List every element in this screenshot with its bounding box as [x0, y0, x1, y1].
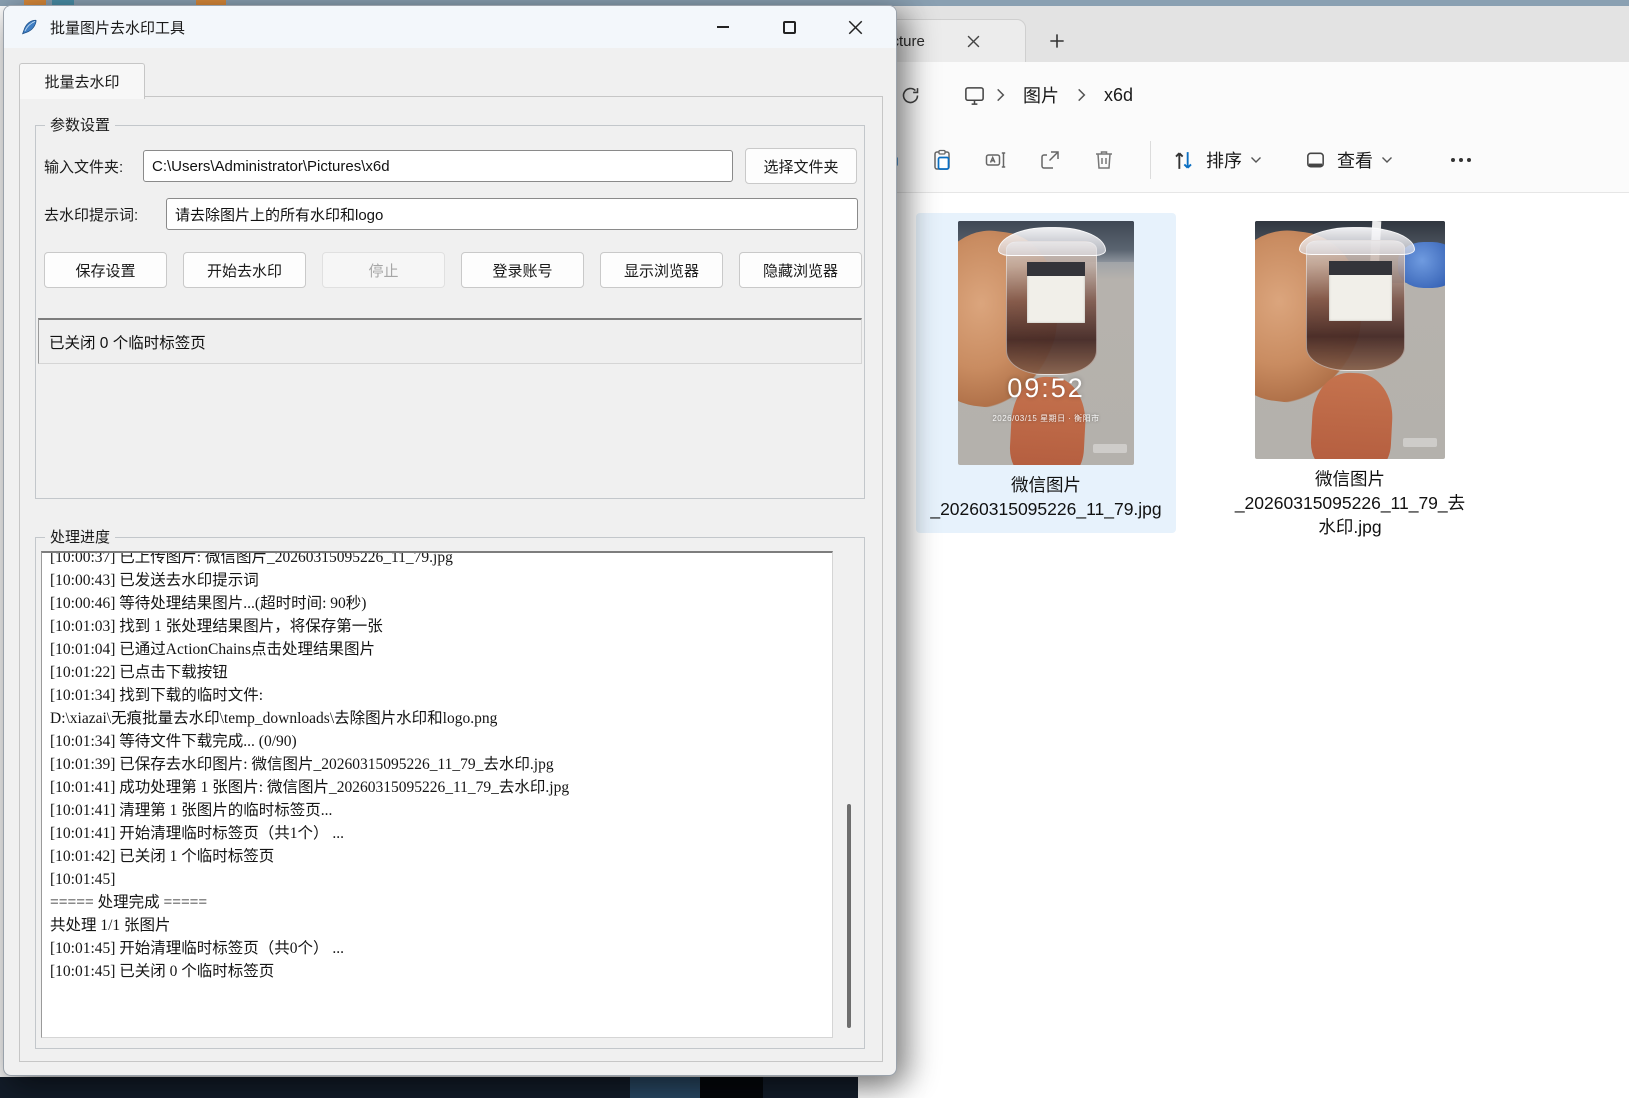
photo-corner-watermark [1403, 438, 1437, 447]
params-group: 参数设置 输入文件夹: 选择文件夹 去水印提示词: 保存设置 开始去水印 停止 … [35, 125, 865, 499]
share-icon[interactable] [1038, 148, 1062, 172]
hide-browser-button[interactable]: 隐藏浏览器 [739, 252, 862, 288]
tab-close-icon[interactable] [967, 35, 980, 48]
watermark-tool-window: 批量图片去水印工具 批量去水印 参数设置 输入文件夹: 选择文件夹 去水印提示词… [3, 5, 897, 1076]
sort-button[interactable]: 排序 [1171, 147, 1262, 173]
folder-content: 09:52 2026/03/15 星期日 · 衡阳市 微信图片 _2026031… [858, 193, 1629, 1098]
view-button[interactable]: 查看 [1304, 147, 1393, 173]
input-folder-row: 输入文件夹: 选择文件夹 [44, 148, 858, 184]
notebook-tabstrip: 批量去水印 [4, 48, 896, 97]
log-scrollbar[interactable] [842, 551, 856, 1038]
progress-log-text: [10:00:37] 已上传图片: 微信图片_20260315095226_11… [42, 551, 832, 985]
minimize-button[interactable] [712, 16, 734, 38]
start-dewatermark-button[interactable]: 开始去水印 [183, 252, 306, 288]
view-label: 查看 [1337, 147, 1373, 173]
breadcrumb-item-pictures[interactable]: 图片 [1015, 78, 1067, 112]
sort-icon [1171, 148, 1196, 173]
chevron-right-icon [1077, 88, 1086, 102]
chevron-down-icon [1381, 156, 1393, 164]
maximize-button[interactable] [778, 16, 800, 38]
chevron-right-icon [996, 88, 1005, 102]
delete-button[interactable] [1092, 148, 1116, 172]
breadcrumb: 图片 x6d [963, 78, 1141, 112]
window-controls [712, 16, 880, 38]
refresh-icon[interactable] [900, 85, 921, 106]
prompt-row: 去水印提示词: [44, 198, 858, 230]
rename-button[interactable] [984, 148, 1008, 172]
photo-time-watermark: 09:52 [958, 373, 1134, 404]
file-name: 微信图片 _20260315095226_11_79.jpg [916, 473, 1176, 521]
taskbar-segment [630, 1077, 700, 1098]
choose-folder-button[interactable]: 选择文件夹 [745, 148, 857, 184]
explorer-toolbar: 排序 查看 [858, 128, 1629, 193]
chevron-down-icon [1250, 156, 1262, 164]
status-text: 已关闭 0 个临时标签页 [49, 331, 206, 353]
prompt-label: 去水印提示词: [44, 204, 166, 225]
breadcrumb-item-x6d[interactable]: x6d [1096, 81, 1141, 110]
paste-button[interactable] [930, 148, 954, 172]
prompt-field[interactable] [166, 198, 858, 230]
view-icon [1304, 149, 1327, 172]
new-tab-button[interactable] [1044, 28, 1070, 54]
progress-log[interactable]: [10:00:37] 已上传图片: 微信图片_20260315095226_11… [41, 551, 833, 1038]
photo-date-watermark: 2026/03/15 星期日 · 衡阳市 [958, 413, 1134, 424]
action-button-row: 保存设置 开始去水印 停止 登录账号 显示浏览器 隐藏浏览器 [44, 252, 862, 288]
save-settings-button[interactable]: 保存设置 [44, 252, 167, 288]
show-browser-button[interactable]: 显示浏览器 [600, 252, 723, 288]
thumbnail-dewatermarked [1255, 221, 1445, 459]
app-feather-icon [20, 18, 38, 36]
login-account-button[interactable]: 登录账号 [461, 252, 584, 288]
more-options-button[interactable] [1451, 158, 1471, 162]
notebook-body: 参数设置 输入文件夹: 选择文件夹 去水印提示词: 保存设置 开始去水印 停止 … [19, 96, 883, 1062]
desktop-icon[interactable] [963, 84, 986, 107]
file-name: 微信图片 _20260315095226_11_79_去 水印.jpg [1220, 467, 1480, 539]
file-tile-original[interactable]: 09:52 2026/03/15 星期日 · 衡阳市 微信图片 _2026031… [916, 213, 1176, 533]
explorer-navbar: 图片 x6d [858, 62, 1629, 128]
params-group-label: 参数设置 [45, 116, 115, 136]
taskbar-segment [700, 1077, 763, 1098]
explorer-window: r\Picture 图片 [858, 6, 1629, 1098]
photo-cup-label [1027, 262, 1085, 323]
photo-corner-watermark [1093, 444, 1127, 453]
log-scrollbar-thumb[interactable] [847, 804, 851, 1028]
progress-group-label: 处理进度 [45, 528, 115, 548]
stop-button[interactable]: 停止 [322, 252, 445, 288]
status-box: 已关闭 0 个临时标签页 [38, 318, 862, 364]
explorer-tab-bar: r\Picture [858, 6, 1629, 62]
sort-label: 排序 [1206, 147, 1242, 173]
taskbar-strip [0, 1077, 905, 1098]
tab-batch-dewatermark[interactable]: 批量去水印 [19, 63, 145, 99]
file-tile-dewatermarked[interactable]: 微信图片 _20260315095226_11_79_去 水印.jpg [1220, 213, 1480, 551]
input-folder-field[interactable] [143, 150, 733, 182]
close-button[interactable] [844, 16, 866, 38]
toolbar-divider [1150, 141, 1151, 179]
title-bar: 批量图片去水印工具 [4, 6, 896, 48]
window-title: 批量图片去水印工具 [50, 17, 185, 38]
thumbnail-original: 09:52 2026/03/15 星期日 · 衡阳市 [958, 221, 1134, 465]
input-folder-label: 输入文件夹: [44, 156, 143, 177]
progress-group: 处理进度 [10:00:37] 已上传图片: 微信图片_202603150952… [35, 537, 865, 1049]
photo-cup-label [1329, 261, 1392, 321]
